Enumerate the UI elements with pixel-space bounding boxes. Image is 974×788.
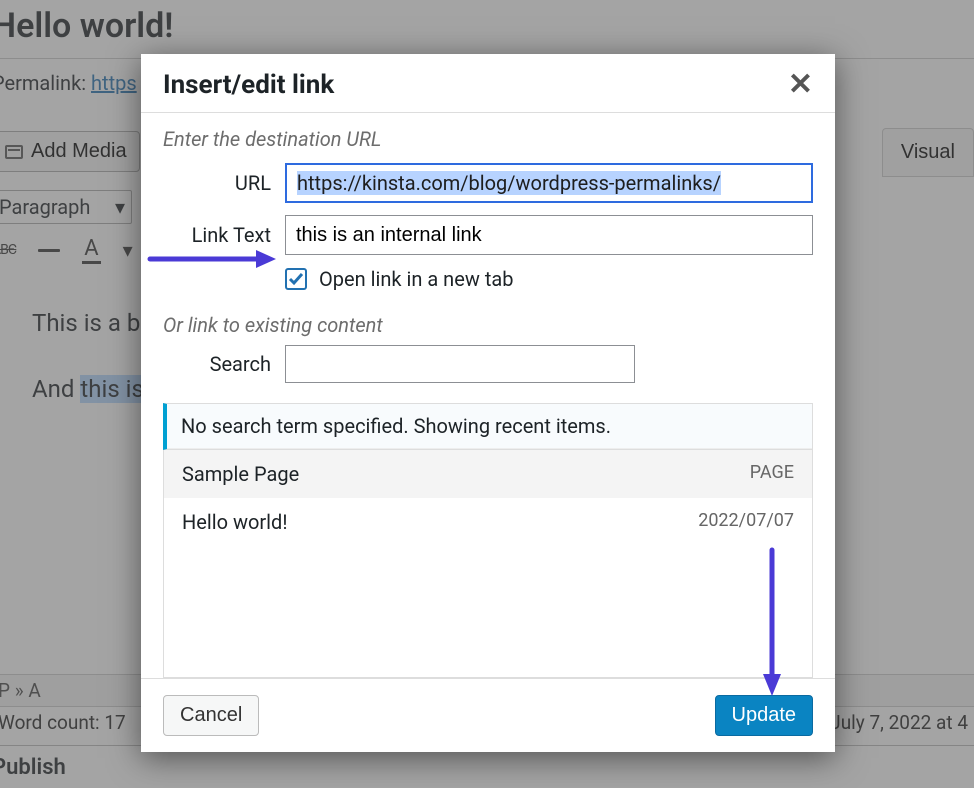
url-instruction: Enter the destination URL bbox=[163, 127, 813, 151]
search-notice: No search term specified. Showing recent… bbox=[163, 403, 813, 450]
cancel-button[interactable]: Cancel bbox=[163, 695, 259, 736]
newtab-checkbox[interactable] bbox=[285, 268, 307, 290]
insert-link-modal: Insert/edit link ✕ Enter the destination… bbox=[141, 54, 835, 752]
check-icon bbox=[288, 271, 304, 287]
linktext-input[interactable] bbox=[285, 215, 813, 255]
modal-title: Insert/edit link bbox=[163, 70, 334, 100]
search-input[interactable] bbox=[285, 345, 635, 383]
results-list: Sample Page PAGE Hello world! 2022/07/07 bbox=[163, 450, 813, 678]
url-input[interactable]: https://kinsta.com/blog/wordpress-permal… bbox=[285, 163, 813, 203]
url-label: URL bbox=[163, 171, 271, 195]
result-meta: 2022/07/07 bbox=[698, 510, 794, 534]
result-meta: PAGE bbox=[750, 462, 794, 486]
url-value: https://kinsta.com/blog/wordpress-permal… bbox=[297, 171, 721, 195]
result-title: Sample Page bbox=[182, 462, 299, 486]
notice-text: No search term specified. Showing recent… bbox=[167, 404, 812, 449]
annotation-arrow bbox=[760, 548, 784, 703]
newtab-label: Open link in a new tab bbox=[319, 267, 513, 291]
result-title: Hello world! bbox=[182, 510, 287, 534]
result-item[interactable]: Sample Page PAGE bbox=[164, 450, 812, 498]
result-item[interactable]: Hello world! 2022/07/07 bbox=[164, 498, 812, 546]
close-icon[interactable]: ✕ bbox=[788, 70, 813, 100]
existing-instruction: Or link to existing content bbox=[163, 313, 813, 337]
linktext-label: Link Text bbox=[163, 223, 271, 247]
search-label: Search bbox=[163, 352, 271, 376]
annotation-arrow bbox=[148, 247, 278, 276]
